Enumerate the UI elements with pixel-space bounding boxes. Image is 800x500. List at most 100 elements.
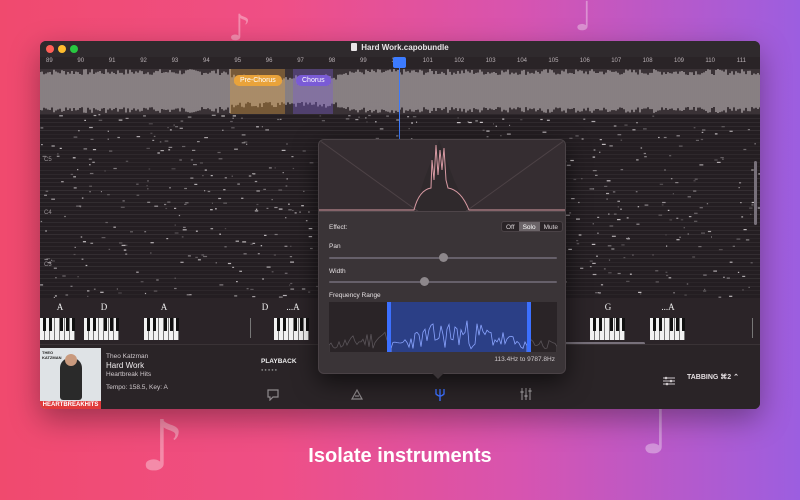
black-key xyxy=(294,318,297,331)
frequency-range-label: Frequency Range xyxy=(329,292,381,299)
tabbing-mode-select[interactable]: TABBING ⌘2 ⌃ xyxy=(687,373,739,381)
bar-number: 109 xyxy=(674,58,685,64)
black-key xyxy=(283,318,286,331)
black-key xyxy=(110,318,113,331)
black-key xyxy=(49,318,52,331)
bar-number: 104 xyxy=(517,58,528,64)
bar-number: 93 xyxy=(171,58,179,64)
bar-number: 98 xyxy=(328,58,336,64)
frequency-range-selection[interactable] xyxy=(387,302,531,352)
bar-number: 108 xyxy=(642,58,653,64)
chord-keyboard xyxy=(40,318,75,340)
octave-label: C3 xyxy=(44,262,52,268)
black-key xyxy=(153,318,156,331)
black-key xyxy=(164,318,167,331)
chord-keyboard xyxy=(144,318,179,340)
chord-marker xyxy=(250,318,251,338)
bar-number: 96 xyxy=(265,58,273,64)
black-key xyxy=(277,318,280,331)
bar-number: 103 xyxy=(485,58,496,64)
title-bar: Hard Work.capobundle xyxy=(40,41,760,57)
bar-number: 105 xyxy=(548,58,559,64)
window-title: Hard Work.capobundle xyxy=(40,43,760,52)
bar-number: 102 xyxy=(454,58,465,64)
pan-slider-knob[interactable] xyxy=(438,253,448,262)
black-key xyxy=(616,318,619,331)
black-key xyxy=(676,318,679,331)
effect-mute-option[interactable]: Mute xyxy=(540,222,562,231)
black-key xyxy=(300,318,303,331)
black-key xyxy=(306,318,309,331)
document-icon xyxy=(351,43,358,51)
isolate-instrument-icon[interactable] xyxy=(433,387,447,401)
effect-solo-option[interactable]: Solo xyxy=(518,222,540,231)
waveform-graphic xyxy=(40,69,760,114)
comment-icon[interactable] xyxy=(266,387,280,402)
chord-label[interactable]: G xyxy=(588,302,628,312)
black-key xyxy=(104,318,107,331)
pan-label: Pan xyxy=(329,243,341,250)
black-key xyxy=(682,318,685,331)
black-key xyxy=(176,318,179,331)
width-slider-knob[interactable] xyxy=(420,277,430,286)
album-art: THEO KATZMAN HEARTBREAKHITS xyxy=(40,348,101,409)
black-key xyxy=(60,318,63,331)
isolate-instruments-popover: Effect: Off Solo Mute Pan Width Frequenc… xyxy=(318,139,566,374)
section-marker-chorus[interactable]: Chorus xyxy=(296,75,331,86)
playhead[interactable] xyxy=(399,57,400,140)
bar-number: 99 xyxy=(360,58,367,64)
stereo-field-graphic xyxy=(319,140,565,211)
track-tempo-key: Tempo: 158.5, Key: A xyxy=(106,384,168,391)
frequency-range-value: 113.4Hz to 9787.8Hz xyxy=(494,356,555,363)
stereo-field-visualizer[interactable] xyxy=(319,140,565,212)
bar-number: 90 xyxy=(77,58,85,64)
chord-label[interactable]: ...A xyxy=(648,302,688,312)
album-art-face xyxy=(65,354,77,366)
bar-number: 106 xyxy=(579,58,590,64)
black-key xyxy=(659,318,662,331)
track-artist: Theo Katzman xyxy=(106,353,149,360)
black-key xyxy=(87,318,90,331)
chord-label[interactable]: ...A xyxy=(273,302,313,312)
chord-marker xyxy=(752,318,753,338)
window-title-text: Hard Work.capobundle xyxy=(361,43,449,52)
bar-number: 101 xyxy=(422,58,433,64)
effect-segmented-control[interactable]: Off Solo Mute xyxy=(501,221,564,232)
black-key xyxy=(170,318,173,331)
chord-keyboard xyxy=(590,318,625,340)
black-key xyxy=(610,318,613,331)
frequency-range-selector[interactable] xyxy=(329,302,557,352)
black-key xyxy=(72,318,75,331)
chord-label[interactable]: A xyxy=(144,302,184,312)
effect-off-option[interactable]: Off xyxy=(502,222,519,231)
playhead-handle[interactable] xyxy=(393,57,406,68)
chord-keyboard xyxy=(84,318,119,340)
chord-keyboard xyxy=(650,318,685,340)
playback-button[interactable]: PLAYBACK xyxy=(261,358,297,365)
section-marker-pre-chorus[interactable]: Pre-Chorus xyxy=(234,75,282,86)
tuning-fork-icon[interactable] xyxy=(350,387,364,401)
frequency-selection-graphic xyxy=(390,320,528,352)
sliders-icon[interactable] xyxy=(662,373,676,386)
octave-label: C5 xyxy=(44,157,52,163)
chord-label[interactable]: D xyxy=(84,302,124,312)
track-album: Heartbreak Hits xyxy=(106,371,152,378)
black-key xyxy=(116,318,119,331)
album-art-title: HEARTBREAKHITS xyxy=(40,401,101,409)
playback-page-dots: ●●●●● xyxy=(261,367,279,372)
black-key xyxy=(93,318,96,331)
waveform[interactable] xyxy=(40,69,760,114)
black-key xyxy=(653,318,656,331)
width-slider[interactable] xyxy=(329,281,557,283)
music-note-icon: ♩ xyxy=(574,0,593,40)
black-key xyxy=(599,318,602,331)
bar-number: 110 xyxy=(705,58,715,64)
bar-number: 92 xyxy=(140,58,147,64)
bar-number: 95 xyxy=(234,58,242,64)
vertical-scrollbar[interactable] xyxy=(754,161,757,225)
bar-number: 94 xyxy=(203,58,210,64)
chord-label[interactable]: A xyxy=(40,302,80,312)
popover-arrow xyxy=(432,373,444,379)
mixer-icon[interactable] xyxy=(519,387,533,401)
caption: Isolate instruments xyxy=(308,445,492,467)
